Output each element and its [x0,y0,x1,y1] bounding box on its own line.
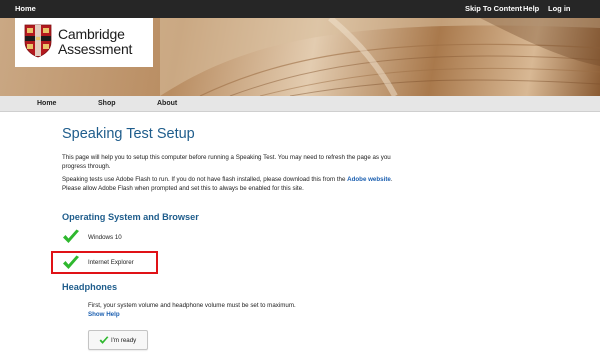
headphones-heading: Headphones [62,282,118,292]
im-ready-button[interactable]: I'm ready [88,330,148,350]
browser-highlight-box [51,251,158,274]
flash-text-before: Speaking tests use Adobe Flash to run. I… [62,176,348,183]
logo-line-2: Assessment [58,41,133,57]
adobe-website-link[interactable]: Adobe website [347,176,391,183]
check-icon [99,336,109,344]
logo-line-1: Cambridge [58,26,125,42]
nav-shop[interactable]: Shop [98,100,116,107]
headphones-text: First, your system volume and headphone … [88,302,296,309]
help-link[interactable]: Help [523,4,539,13]
os-name: Windows 10 [88,234,122,241]
nav-home[interactable]: Home [37,100,56,107]
check-icon [63,229,79,243]
top-bar: Home Skip To Content Help Log in [0,0,600,18]
header-banner: Cambridge Assessment [0,18,600,96]
cambridge-logo[interactable]: Cambridge Assessment [15,18,153,67]
show-help-link[interactable]: Show Help [88,311,120,318]
nav-about[interactable]: About [157,100,177,107]
im-ready-label: I'm ready [111,337,137,344]
page-title: Speaking Test Setup [62,126,195,142]
cambridge-shield-icon [24,24,52,58]
login-link[interactable]: Log in [548,4,571,13]
flash-paragraph: Speaking tests use Adobe Flash to run. I… [62,175,407,194]
intro-paragraph: This page will help you to setup this co… [62,154,391,171]
os-browser-heading: Operating System and Browser [62,212,199,222]
logo-wordmark: Cambridge Assessment [58,27,132,57]
skip-to-content-link[interactable]: Skip To Content [465,4,522,13]
main-nav: Home Shop About [0,96,600,112]
headphones-instructions: First, your system volume and headphone … [88,301,298,320]
top-home-link[interactable]: Home [15,4,36,13]
